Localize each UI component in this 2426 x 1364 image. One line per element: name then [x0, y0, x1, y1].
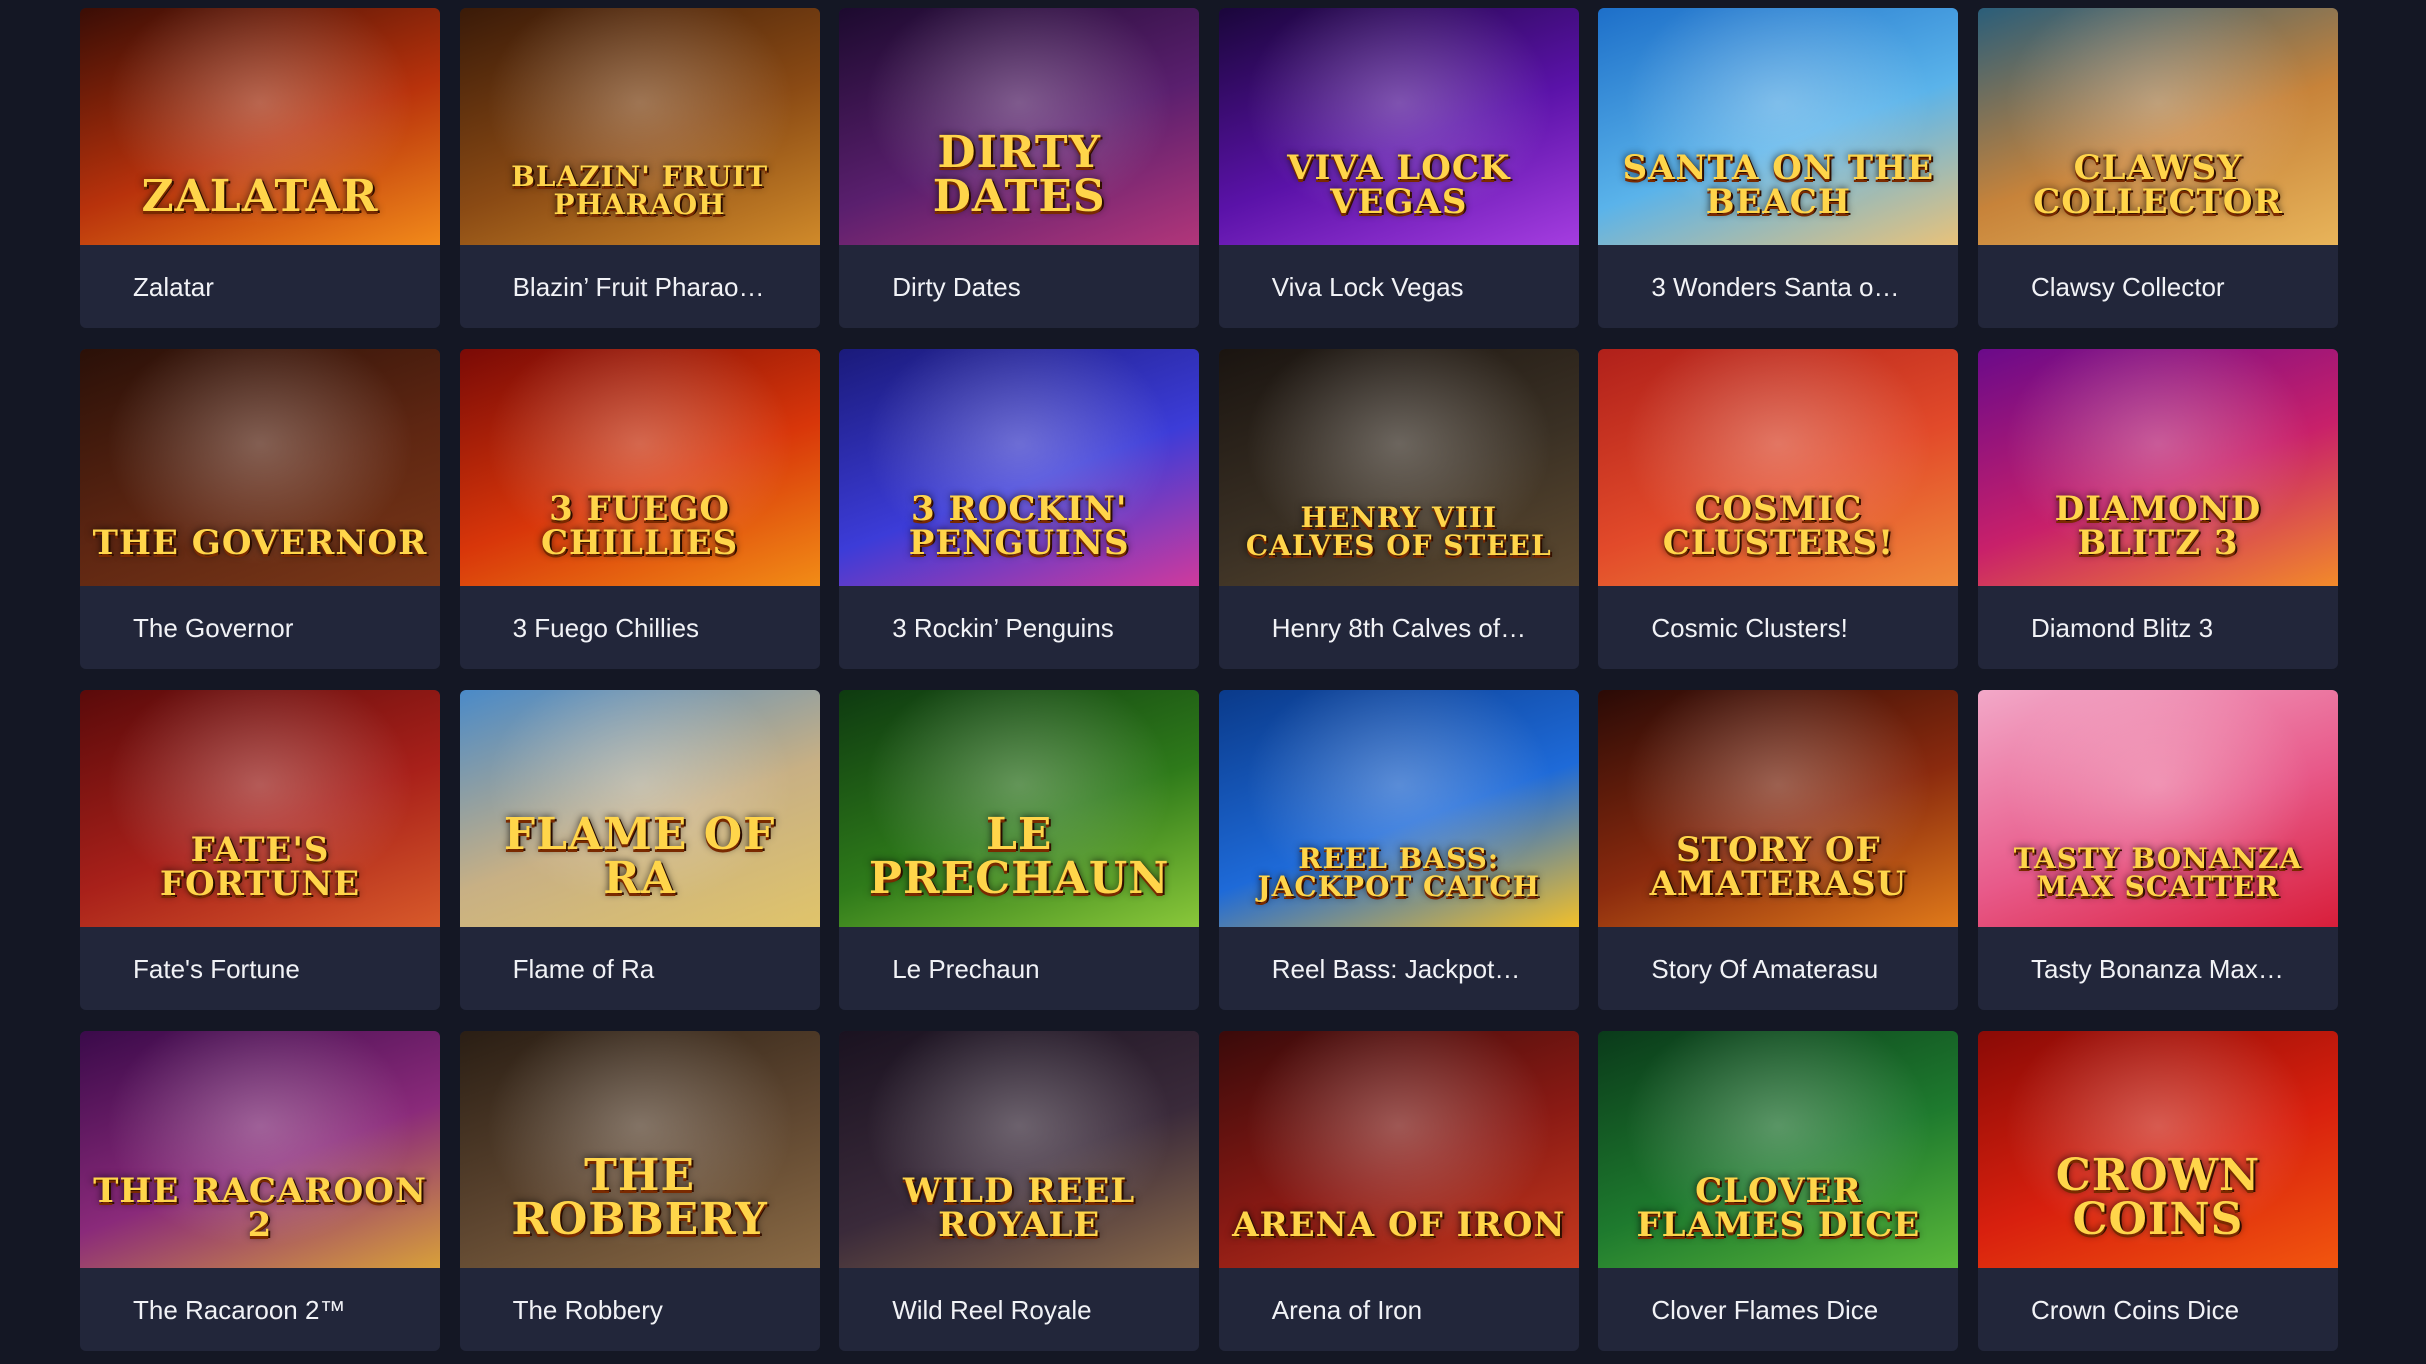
game-logo: DIRTY DATES [932, 127, 1106, 222]
game-thumbnail[interactable]: 3 ROCKIN' PENGUINS [839, 349, 1200, 586]
game-logo: REEL BASS: JACKPOT CATCH [1257, 842, 1541, 903]
game-logo: THE RACAROON 2 [93, 1171, 427, 1245]
game-thumbnail[interactable]: DIAMOND BLITZ 3 [1977, 349, 2338, 586]
game-title: Clover Flames Dice [1651, 1295, 1879, 1325]
game-logo: 3 FUEGO CHILLIES [540, 489, 739, 563]
game-thumbnail[interactable]: THE RACAROON 2 [80, 1031, 440, 1268]
game-logo: CLOVER FLAMES DICE [1636, 1171, 1921, 1245]
game-card[interactable]: 3 FUEGO CHILLIES 3 Fuego Chillies [459, 349, 820, 669]
game-card[interactable]: FLAME OF RA Flame of Ra [459, 690, 820, 1010]
game-title: The Governor [133, 613, 294, 643]
game-card[interactable]: LE PRECHAUN Le Prechaun [839, 690, 1200, 1010]
game-logo: CLAWSY COLLECTOR [2033, 148, 2283, 222]
game-card[interactable]: 3 ROCKIN' PENGUINS 3 Rockin’ Penguins [839, 349, 1200, 669]
game-card[interactable]: CLOVER FLAMES DICE Clover Flames Dice [1598, 1031, 1959, 1351]
game-thumbnail[interactable]: COSMIC CLUSTERS! [1598, 349, 1959, 586]
game-thumbnail[interactable]: FATE'S FORTUNE [80, 690, 440, 927]
game-thumbnail[interactable]: CLAWSY COLLECTOR [1977, 8, 2338, 245]
game-logo: FATE'S FORTUNE [159, 830, 361, 904]
game-thumbnail[interactable]: CROWN COINS [1977, 1031, 2338, 1268]
game-title: Story Of Amaterasu [1651, 954, 1879, 984]
game-logo: ARENA OF IRON [1232, 1205, 1566, 1245]
game-logo: TASTY BONANZA MAX SCATTER [2013, 842, 2303, 903]
game-thumbnail[interactable]: 3 FUEGO CHILLIES [459, 349, 820, 586]
game-card[interactable]: THE RACAROON 2 The Racaroon 2™ [80, 1031, 440, 1351]
game-thumbnail[interactable]: VIVA LOCK VEGAS [1218, 8, 1579, 245]
game-thumbnail[interactable]: DIRTY DATES [839, 8, 1200, 245]
game-logo: ZALATAR [141, 171, 379, 222]
game-title: The Robbery [512, 1295, 663, 1325]
game-card[interactable]: FATE'S FORTUNE Fate's Fortune [80, 690, 440, 1010]
game-thumbnail[interactable]: WILD REEL ROYALE [839, 1031, 1200, 1268]
game-title: Diamond Blitz 3 [2030, 613, 2214, 643]
game-thumbnail[interactable]: SANTA ON THE BEACH [1598, 8, 1959, 245]
game-logo: THE GOVERNOR [92, 523, 428, 563]
game-logo: DIAMOND BLITZ 3 [2054, 489, 2262, 563]
game-card[interactable]: SANTA ON THE BEACH 3 Wonders Santa o… [1598, 8, 1959, 328]
game-thumbnail[interactable]: THE ROBBERY [459, 1031, 820, 1268]
game-logo: LE PRECHAUN [868, 809, 1170, 904]
game-thumbnail[interactable]: TASTY BONANZA MAX SCATTER [1977, 690, 2338, 927]
game-thumbnail[interactable]: THE GOVERNOR [80, 349, 440, 586]
game-card[interactable]: THE GOVERNOR The Governor [80, 349, 440, 669]
game-card[interactable]: CLAWSY COLLECTOR Clawsy Collector [1977, 8, 2338, 328]
game-title: Cosmic Clusters! [1651, 613, 1848, 643]
game-card[interactable]: COSMIC CLUSTERS! Cosmic Clusters! [1598, 349, 1959, 669]
game-card[interactable]: DIRTY DATES Dirty Dates [839, 8, 1200, 328]
game-title: Viva Lock Vegas [1271, 272, 1464, 302]
game-logo: VIVA LOCK VEGAS [1287, 148, 1511, 222]
game-card[interactable]: STORY OF AMATERASU Story Of Amaterasu [1598, 690, 1959, 1010]
game-title: Le Prechaun [892, 954, 1040, 984]
game-logo: THE ROBBERY [511, 1150, 768, 1245]
game-logo: FLAME OF RA [503, 809, 776, 904]
game-thumbnail[interactable]: REEL BASS: JACKPOT CATCH [1218, 690, 1579, 927]
game-title: Fate's Fortune [133, 954, 300, 984]
game-card[interactable]: REEL BASS: JACKPOT CATCH Reel Bass: Jackp… [1218, 690, 1579, 1010]
game-title: 3 Rockin’ Penguins [892, 613, 1114, 643]
game-thumbnail[interactable]: FLAME OF RA [459, 690, 820, 927]
game-logo: SANTA ON THE BEACH [1622, 148, 1935, 222]
game-card[interactable]: TASTY BONANZA MAX SCATTER Tasty Bonanza M… [1977, 690, 2338, 1010]
game-thumbnail[interactable]: ZALATAR [80, 8, 440, 245]
game-title: Zalatar [133, 272, 214, 302]
game-logo: COSMIC CLUSTERS! [1662, 489, 1894, 563]
game-title: Clawsy Collector [2030, 272, 2225, 302]
game-title: Flame of Ra [512, 954, 655, 984]
game-card[interactable]: WILD REEL ROYALE Wild Reel Royale [839, 1031, 1200, 1351]
game-card[interactable]: VIVA LOCK VEGAS Viva Lock Vegas [1218, 8, 1579, 328]
game-thumbnail[interactable]: STORY OF AMATERASU [1598, 690, 1959, 927]
game-logo: 3 ROCKIN' PENGUINS [908, 489, 1130, 563]
game-logo: STORY OF AMATERASU [1649, 830, 1908, 904]
game-card[interactable]: DIAMOND BLITZ 3 Diamond Blitz 3 [1977, 349, 2338, 669]
game-thumbnail[interactable]: ARENA OF IRON [1218, 1031, 1579, 1268]
game-thumbnail[interactable]: CLOVER FLAMES DICE [1598, 1031, 1959, 1268]
game-card[interactable]: BLAZIN' FRUIT PHARAOH Blazin’ Fruit Phara… [459, 8, 820, 328]
game-card[interactable]: ZALATAR Zalatar [80, 8, 440, 328]
game-title: The Racaroon 2™ [133, 1295, 346, 1325]
game-grid: ZALATAR Zalatar BLAZIN' FRUIT PHARAOH Blazi… [80, 8, 2338, 1351]
game-card[interactable]: CROWN COINS Crown Coins Dice [1977, 1031, 2338, 1351]
game-title: Crown Coins Dice [2030, 1295, 2240, 1325]
game-thumbnail[interactable]: BLAZIN' FRUIT PHARAOH [459, 8, 820, 245]
game-card[interactable]: ARENA OF IRON Arena of Iron [1218, 1031, 1579, 1351]
game-title: Wild Reel Royale [892, 1295, 1092, 1325]
game-title: 3 Wonders Santa o… [1651, 272, 1900, 302]
game-card[interactable]: HENRY VIII CALVES OF STEEL Henry 8th Calv… [1218, 349, 1579, 669]
game-logo: CROWN COINS [2055, 1150, 2261, 1245]
game-thumbnail[interactable]: LE PRECHAUN [839, 690, 1200, 927]
game-logo: WILD REEL ROYALE [903, 1171, 1136, 1245]
game-title: 3 Fuego Chillies [512, 613, 700, 643]
game-thumbnail[interactable]: HENRY VIII CALVES OF STEEL [1218, 349, 1579, 586]
game-title: Tasty Bonanza Max… [2030, 954, 2284, 984]
game-logo: BLAZIN' FRUIT PHARAOH [511, 160, 769, 221]
game-title: Henry 8th Calves of… [1271, 613, 1527, 643]
game-title: Reel Bass: Jackpot… [1271, 954, 1521, 984]
game-title: Arena of Iron [1271, 1295, 1423, 1325]
game-logo: HENRY VIII CALVES OF STEEL [1245, 501, 1552, 562]
game-card[interactable]: THE ROBBERY The Robbery [459, 1031, 820, 1351]
game-title: Blazin’ Fruit Pharao… [512, 272, 765, 302]
game-title: Dirty Dates [892, 272, 1021, 302]
